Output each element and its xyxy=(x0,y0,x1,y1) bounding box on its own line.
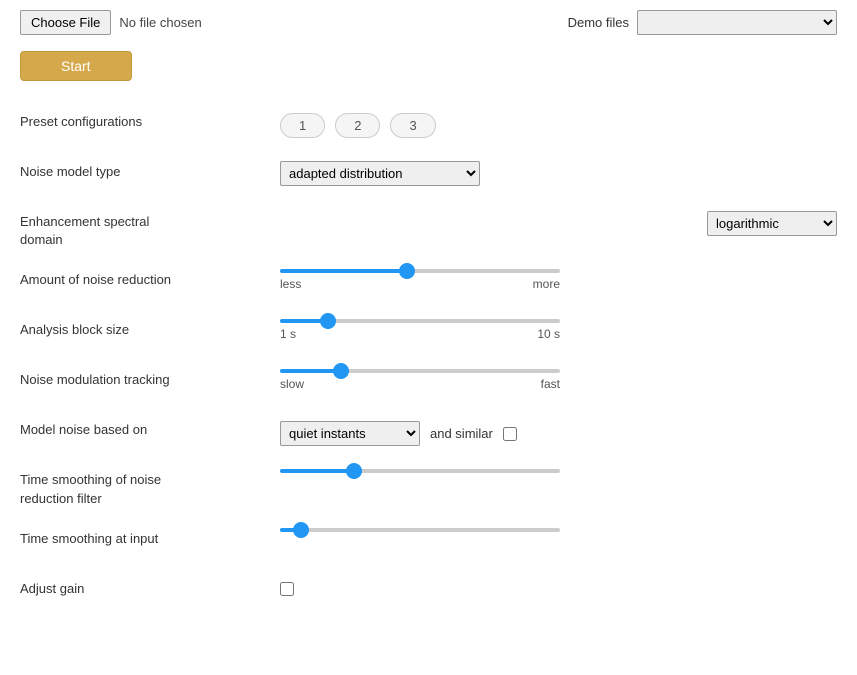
start-button-container: Start xyxy=(20,51,837,101)
noise-modulation-min-label: slow xyxy=(280,377,304,391)
preset-button-3[interactable]: 3 xyxy=(390,113,435,138)
noise-model-control: adapted distribution static dynamic xyxy=(280,161,837,186)
preset-control: 1 2 3 xyxy=(280,111,837,138)
analysis-block-slider-container: 1 s 10 s xyxy=(280,319,560,341)
demo-files-label: Demo files xyxy=(568,15,629,30)
enhancement-spectral-select[interactable]: logarithmic linear xyxy=(707,211,837,236)
noise-reduction-min-label: less xyxy=(280,277,301,291)
time-smoothing-input-label: Time smoothing at input xyxy=(20,528,280,548)
model-noise-row: Model noise based on quiet instants all … xyxy=(20,409,837,459)
adjust-gain-checkbox[interactable] xyxy=(280,582,294,596)
adjust-gain-row: Adjust gain xyxy=(20,568,837,618)
noise-modulation-slider-container: slow fast xyxy=(280,369,560,391)
noise-reduction-slider[interactable] xyxy=(280,269,560,273)
noise-modulation-slider[interactable] xyxy=(280,369,560,373)
noise-reduction-row: Amount of noise reduction less more xyxy=(20,259,837,309)
analysis-block-control: 1 s 10 s xyxy=(280,319,837,341)
noise-model-row: Noise model type adapted distribution st… xyxy=(20,151,837,201)
noise-modulation-row: Noise modulation tracking slow fast xyxy=(20,359,837,409)
analysis-block-min-label: 1 s xyxy=(280,327,296,341)
enhancement-spectral-control: logarithmic linear xyxy=(280,211,837,236)
no-file-label: No file chosen xyxy=(119,15,201,30)
header-row: Choose File No file chosen Demo files xyxy=(20,10,837,35)
analysis-block-max-label: 10 s xyxy=(537,327,560,341)
analysis-block-row: Analysis block size 1 s 10 s xyxy=(20,309,837,359)
settings-container: Preset configurations 1 2 3 Noise model … xyxy=(20,101,837,618)
time-smoothing-input-slider-container xyxy=(280,528,560,532)
time-smoothing-input-row: Time smoothing at input xyxy=(20,518,837,568)
time-smoothing-input-slider[interactable] xyxy=(280,528,560,532)
analysis-block-label: Analysis block size xyxy=(20,319,280,339)
header-right: Demo files xyxy=(568,10,837,35)
preset-button-2[interactable]: 2 xyxy=(335,113,380,138)
noise-reduction-labels: less more xyxy=(280,277,560,291)
noise-reduction-max-label: more xyxy=(533,277,560,291)
preset-buttons: 1 2 3 xyxy=(280,113,837,138)
model-noise-control: quiet instants all instants loudest inst… xyxy=(280,419,837,446)
enhancement-spectral-row: Enhancement spectral domain logarithmic … xyxy=(20,201,837,259)
adjust-gain-label: Adjust gain xyxy=(20,578,280,598)
preset-row: Preset configurations 1 2 3 xyxy=(20,101,837,151)
adjust-gain-control xyxy=(280,578,837,596)
start-button[interactable]: Start xyxy=(20,51,132,81)
preset-button-1[interactable]: 1 xyxy=(280,113,325,138)
noise-reduction-slider-container: less more xyxy=(280,269,560,291)
enhancement-spectral-label: Enhancement spectral domain xyxy=(20,211,280,249)
time-smoothing-filter-control xyxy=(280,469,837,473)
analysis-block-labels: 1 s 10 s xyxy=(280,327,560,341)
model-noise-select[interactable]: quiet instants all instants loudest inst… xyxy=(280,421,420,446)
model-noise-label: Model noise based on xyxy=(20,419,280,439)
time-smoothing-filter-slider-container xyxy=(280,469,560,473)
model-noise-inner-control: quiet instants all instants loudest inst… xyxy=(280,421,837,446)
demo-files-select[interactable] xyxy=(637,10,837,35)
time-smoothing-filter-slider[interactable] xyxy=(280,469,560,473)
choose-file-button[interactable]: Choose File xyxy=(20,10,111,35)
time-smoothing-filter-row: Time smoothing of noise reduction filter xyxy=(20,459,837,517)
preset-label: Preset configurations xyxy=(20,111,280,131)
noise-modulation-control: slow fast xyxy=(280,369,837,391)
time-smoothing-input-control xyxy=(280,528,837,532)
noise-model-label: Noise model type xyxy=(20,161,280,181)
and-similar-checkbox[interactable] xyxy=(503,427,517,441)
and-similar-label: and similar xyxy=(430,426,493,441)
noise-model-select[interactable]: adapted distribution static dynamic xyxy=(280,161,480,186)
header-left: Choose File No file chosen xyxy=(20,10,202,35)
noise-reduction-label: Amount of noise reduction xyxy=(20,269,280,289)
noise-modulation-label: Noise modulation tracking xyxy=(20,369,280,389)
noise-reduction-control: less more xyxy=(280,269,837,291)
time-smoothing-filter-label: Time smoothing of noise reduction filter xyxy=(20,469,280,507)
noise-modulation-max-label: fast xyxy=(541,377,560,391)
noise-modulation-labels: slow fast xyxy=(280,377,560,391)
analysis-block-slider[interactable] xyxy=(280,319,560,323)
